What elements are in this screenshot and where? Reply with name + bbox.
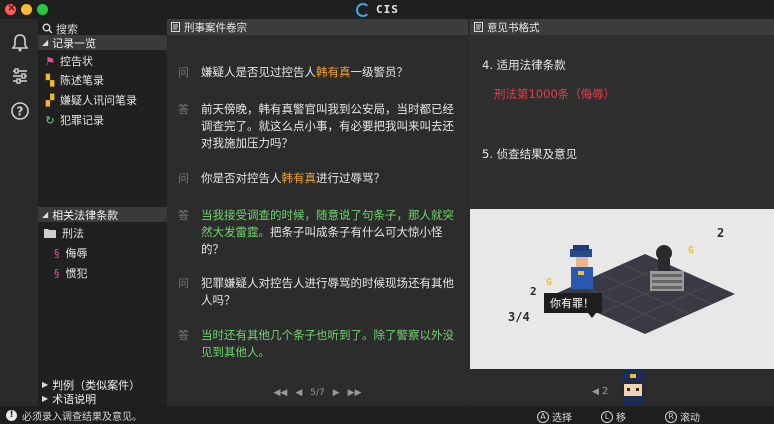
next-page-button[interactable]: ▶	[333, 388, 340, 398]
answer-tag: 答	[178, 209, 189, 222]
law-item-habitual[interactable]: § 惯犯	[54, 264, 88, 282]
status-bar: ! 必须录入调查结果及意见。 A 选择 L 移 R 滚动	[0, 406, 774, 424]
record-label: 嫌疑人讯问笔录	[60, 94, 137, 107]
app-logo-icon	[356, 2, 370, 17]
svg-text:G: G	[688, 245, 694, 256]
glossary-section-header[interactable]: ▶ 术语说明	[38, 391, 167, 406]
notification-bell-icon[interactable]	[9, 33, 31, 55]
document-icon	[171, 22, 180, 32]
right-stick-icon: R	[665, 410, 677, 423]
interrogation-scene-illustration: G G 2 2 3/4 你有罪！	[470, 209, 774, 369]
svg-text:3/4: 3/4	[508, 310, 530, 324]
opinion-form: 4. 适用法律条款 刑法第1000条（侮辱） 5. 侦查结果及意见	[470, 35, 774, 209]
right-page-indicator: 2	[602, 386, 609, 397]
law-item-label: 惯犯	[65, 267, 88, 280]
law-folder-criminal[interactable]: 刑法	[44, 224, 84, 242]
close-window-button[interactable]	[5, 1, 16, 15]
law-item-insult[interactable]: § 侮辱	[54, 244, 88, 262]
law-section-icon: §	[54, 246, 60, 260]
warning-icon: !	[6, 409, 17, 421]
help-question-icon[interactable]: ?	[9, 101, 31, 123]
answer-text: 当时还有其他几个条子也听到了。除了警察以外没见到其他人。	[201, 328, 454, 359]
opinion-title: 意见书格式	[487, 21, 540, 34]
left-stick-icon: L	[601, 410, 613, 423]
minimize-window-button[interactable]	[21, 4, 32, 15]
law-item-label: 侮辱	[65, 247, 88, 260]
svg-text:2: 2	[530, 285, 537, 298]
record-label: 控告状	[60, 55, 93, 68]
question-tag: 问	[178, 277, 189, 290]
question-tag: 问	[178, 66, 189, 79]
collapsed-triangle-icon: ▶	[42, 380, 49, 389]
title-bar: CIS	[0, 0, 774, 19]
record-label: 犯罪记录	[60, 114, 104, 127]
question-text: 犯罪嫌疑人对控告人进行辱骂的时候现场还有其他人吗？	[201, 276, 454, 307]
svg-text:?: ?	[17, 105, 24, 119]
status-message: 必须录入调查结果及意见。	[22, 411, 142, 423]
question-tag: 问	[178, 172, 189, 185]
sidebar: 搜索 ◢ 记录一览 ⚑ 控告状 ▚ 陈述笔录 ▞ 嫌疑人讯问笔录 ↻ 犯罪记录 …	[38, 19, 167, 406]
law-folder-label: 刑法	[62, 227, 84, 240]
opinion-footer: ◀ 2	[470, 369, 774, 406]
answer-tag: 答	[178, 329, 189, 342]
case-file-header: 刑事案件卷宗	[167, 19, 468, 35]
opinion-header: 意见书格式	[470, 19, 774, 35]
maximize-window-button[interactable]	[37, 4, 48, 15]
first-page-button[interactable]: ◀◀	[273, 388, 287, 398]
case-file-pager: ◀◀ ◀ 5/7 ▶ ▶▶	[167, 385, 468, 401]
statement-icon: ▚	[45, 73, 55, 87]
expand-triangle-icon: ◢	[42, 38, 49, 47]
settings-sliders-icon[interactable]	[9, 66, 31, 88]
law-section-header[interactable]: ◢ 相关法律条款	[38, 207, 167, 222]
icon-toolbar: ?	[0, 19, 38, 406]
case-file-panel: 刑事案件卷宗 问 嫌疑人是否见过控告人韩有真一级警员？ 答 前天傍晚，韩有真警官…	[167, 19, 468, 406]
interrogation-icon: ▞	[45, 93, 55, 107]
hint-move: L 移	[601, 409, 626, 424]
law-section-icon: §	[54, 266, 60, 280]
collapsed-triangle-icon: ▶	[42, 394, 49, 403]
section-5-title: 5. 侦查结果及意见	[482, 147, 578, 161]
law-section-title: 相关法律条款	[52, 208, 119, 222]
search-icon	[42, 23, 53, 34]
answer-tag: 答	[178, 103, 189, 116]
answer-text: 当我接受调查的时候，随意说了句条子，那人就突然大发雷霆。把条子叫成条子有什么可大…	[201, 208, 454, 256]
folder-icon	[44, 229, 56, 238]
expand-triangle-icon: ◢	[42, 210, 49, 219]
records-section-header[interactable]: ◢ 记录一览	[38, 35, 167, 50]
record-item-interrogation[interactable]: ▞ 嫌疑人讯问笔录	[44, 91, 137, 109]
hint-scroll-label: 滚动	[680, 413, 700, 424]
record-item-complaint[interactable]: ⚑ 控告状	[44, 52, 93, 70]
hint-select: A 选择	[537, 409, 572, 424]
answer-text: 前天傍晚，韩有真警官叫我到公安局，当时都已经调查完了。就这么点小事，有必要把我叫…	[201, 102, 454, 150]
right-pager-left[interactable]: ◀	[592, 387, 599, 397]
section-4-title: 4. 适用法律条款	[482, 58, 566, 72]
applied-law-entry[interactable]: 刑法第1000条（侮辱）	[494, 86, 615, 102]
scene-illustration: G G 2 2 3/4 你有罪！	[470, 209, 774, 369]
document-icon	[474, 22, 483, 32]
glossary-section-title: 术语说明	[52, 392, 97, 406]
hint-move-label: 移	[616, 413, 626, 424]
record-item-statement[interactable]: ▚ 陈述笔录	[44, 71, 104, 89]
prev-page-button[interactable]: ◀	[295, 388, 302, 398]
svg-text:G: G	[546, 277, 552, 288]
record-item-criminal-record[interactable]: ↻ 犯罪记录	[44, 111, 104, 129]
last-page-button[interactable]: ▶▶	[348, 388, 362, 398]
question-text: 嫌疑人是否见过控告人韩有真一级警员？	[201, 65, 408, 79]
page-indicator: 5/7	[310, 388, 325, 398]
hint-select-label: 选择	[552, 413, 572, 424]
app-title: CIS	[356, 1, 399, 18]
speech-bubble-text: 你有罪！	[550, 296, 594, 310]
button-a-icon: A	[537, 410, 549, 423]
police-mascot-avatar	[620, 370, 646, 406]
records-section-title: 记录一览	[52, 36, 97, 50]
question-text: 你是否对控告人韩有真进行过辱骂？	[201, 171, 385, 185]
complaint-icon: ⚑	[45, 54, 55, 68]
opinion-panel: 意见书格式 4. 适用法律条款 刑法第1000条（侮辱） 5. 侦查结果及意见	[470, 19, 774, 406]
case-file-title: 刑事案件卷宗	[184, 21, 247, 34]
record-label: 陈述笔录	[60, 74, 104, 87]
svg-text:2: 2	[717, 226, 724, 240]
app-name: CIS	[376, 3, 399, 16]
hint-scroll: R 滚动	[665, 409, 700, 424]
criminal-record-icon: ↻	[45, 113, 55, 127]
